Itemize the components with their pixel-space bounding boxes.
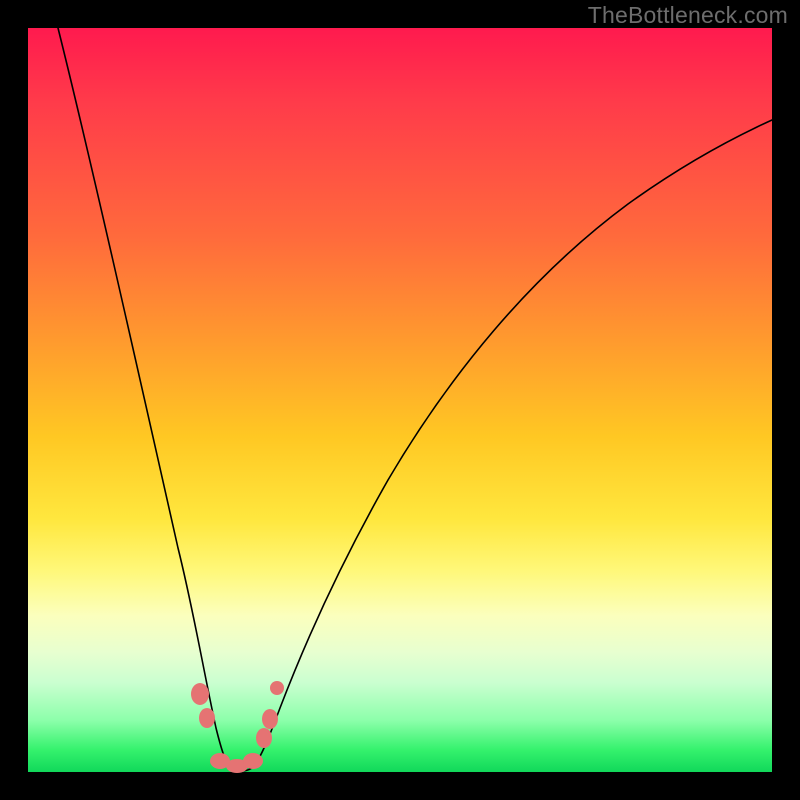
marker-left-lower [199,708,215,728]
watermark-text: TheBottleneck.com [588,2,788,29]
curve-layer [28,28,772,772]
marker-right-1 [256,728,272,748]
marker-right-upper [270,681,284,695]
plot-area [28,28,772,772]
marker-trough-right [243,753,263,769]
bottleneck-curve [58,28,772,771]
chart-frame: TheBottleneck.com [0,0,800,800]
marker-left-upper [191,683,209,705]
marker-right-2 [262,709,278,729]
